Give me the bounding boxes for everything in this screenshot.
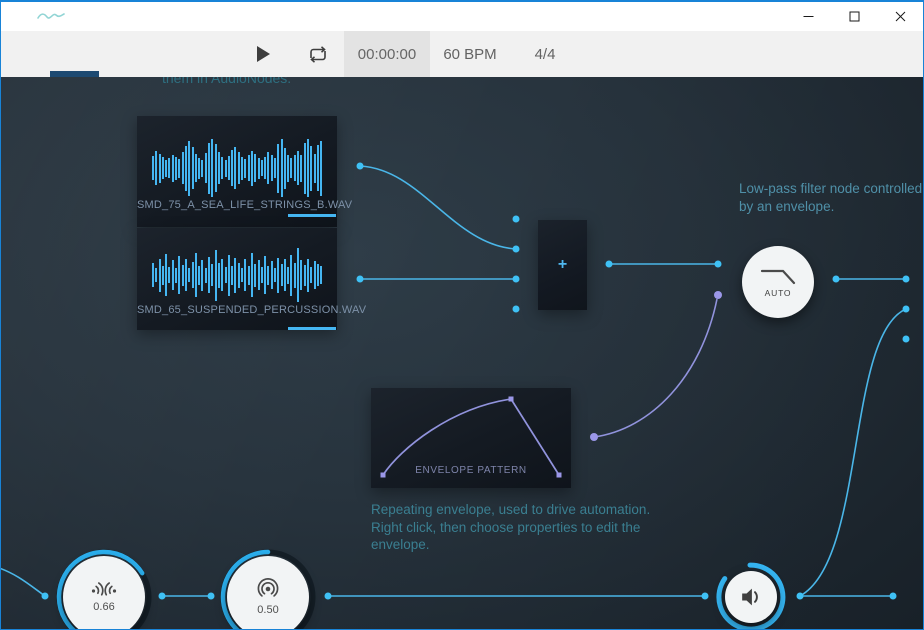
envelope-caption: Repeating envelope, used to drive automa… xyxy=(371,501,650,554)
port-dot[interactable] xyxy=(715,261,722,268)
port-dot[interactable] xyxy=(159,593,166,600)
envelope-handle[interactable] xyxy=(509,397,514,402)
port-dot[interactable] xyxy=(903,306,910,313)
minimize-button[interactable] xyxy=(785,2,831,31)
node-canvas[interactable]: them in AudioNodes. SMD_75_A_SEA_LIFE_ST… xyxy=(1,77,923,629)
port-dot[interactable] xyxy=(357,276,364,283)
hint-text-top: them in AudioNodes. xyxy=(162,77,291,88)
play-icon xyxy=(257,46,270,62)
transport-toolbar: 00:00:00 60 BPM 4/4 xyxy=(1,31,923,77)
pan-value: 0.50 xyxy=(257,604,278,616)
port-dot[interactable] xyxy=(42,593,49,600)
link-wave1-mixer[interactable] xyxy=(360,166,516,249)
filter-caption: Low-pass filter node controlled by an en… xyxy=(739,180,922,215)
port-dot[interactable] xyxy=(890,593,897,600)
waveform-display xyxy=(152,246,322,304)
port-dot[interactable] xyxy=(357,163,364,170)
loop-icon xyxy=(308,46,328,63)
port-dot[interactable] xyxy=(797,593,804,600)
envelope-pattern-node[interactable]: ENVELOPE PATTERN xyxy=(371,388,571,488)
maximize-button[interactable] xyxy=(831,2,877,31)
titlebar xyxy=(1,2,923,31)
port-dot[interactable] xyxy=(208,593,215,600)
audionodes-logo xyxy=(37,9,65,27)
port-dot[interactable] xyxy=(513,276,520,283)
port-dot[interactable] xyxy=(903,276,910,283)
link-envelope-filter[interactable] xyxy=(594,299,717,437)
time-display[interactable]: 00:00:00 xyxy=(344,31,430,77)
link-edge-gain[interactable] xyxy=(1,567,45,596)
plus-icon: + xyxy=(558,257,567,273)
playback-progress-bar xyxy=(288,214,336,217)
window-controls xyxy=(785,2,923,31)
gain-icon xyxy=(89,581,119,599)
pan-icon xyxy=(256,578,280,602)
loop-button[interactable] xyxy=(292,31,344,77)
speaker-icon xyxy=(736,582,766,612)
port-dot[interactable] xyxy=(833,276,840,283)
gain-node[interactable]: 0.66 xyxy=(63,556,145,629)
auto-badge: AUTO xyxy=(765,288,792,298)
audio-file-name: SMD_75_A_SEA_LIFE_STRINGS_B.WAV xyxy=(137,199,337,211)
port-dot[interactable] xyxy=(325,593,332,600)
mixer-node[interactable]: + xyxy=(538,220,587,310)
port-dot[interactable] xyxy=(702,593,709,600)
app-window: 00:00:00 60 BPM 4/4 xyxy=(0,0,924,630)
audio-file-node-strings[interactable]: SMD_75_A_SEA_LIFE_STRINGS_B.WAV xyxy=(137,116,337,227)
time-signature-display[interactable]: 4/4 xyxy=(510,31,580,77)
bpm-display[interactable]: 60 BPM xyxy=(430,31,510,77)
link-right-speaker[interactable] xyxy=(800,309,906,596)
close-button[interactable] xyxy=(877,2,923,31)
envelope-pattern-label: ENVELOPE PATTERN xyxy=(371,465,571,476)
waveform-display xyxy=(152,138,322,198)
port-dot[interactable] xyxy=(606,261,613,268)
port-dot[interactable] xyxy=(903,336,910,343)
audio-file-node-percussion[interactable]: SMD_65_SUSPENDED_PERCUSSION.WAV xyxy=(137,228,337,330)
port-dot[interactable] xyxy=(513,246,520,253)
port-dot-automation[interactable] xyxy=(714,291,722,299)
port-dot-automation[interactable] xyxy=(590,433,598,441)
audio-file-name: SMD_65_SUSPENDED_PERCUSSION.WAV xyxy=(137,304,337,316)
port-dot[interactable] xyxy=(513,216,520,223)
low-pass-filter-icon xyxy=(758,267,798,287)
pan-node[interactable]: 0.50 xyxy=(227,556,309,629)
gain-value: 0.66 xyxy=(93,601,114,613)
playback-progress-bar xyxy=(288,327,336,330)
port-dot[interactable] xyxy=(513,306,520,313)
play-button[interactable] xyxy=(234,31,292,77)
speaker-output-node[interactable] xyxy=(725,571,777,623)
low-pass-filter-node[interactable]: AUTO xyxy=(742,246,814,318)
